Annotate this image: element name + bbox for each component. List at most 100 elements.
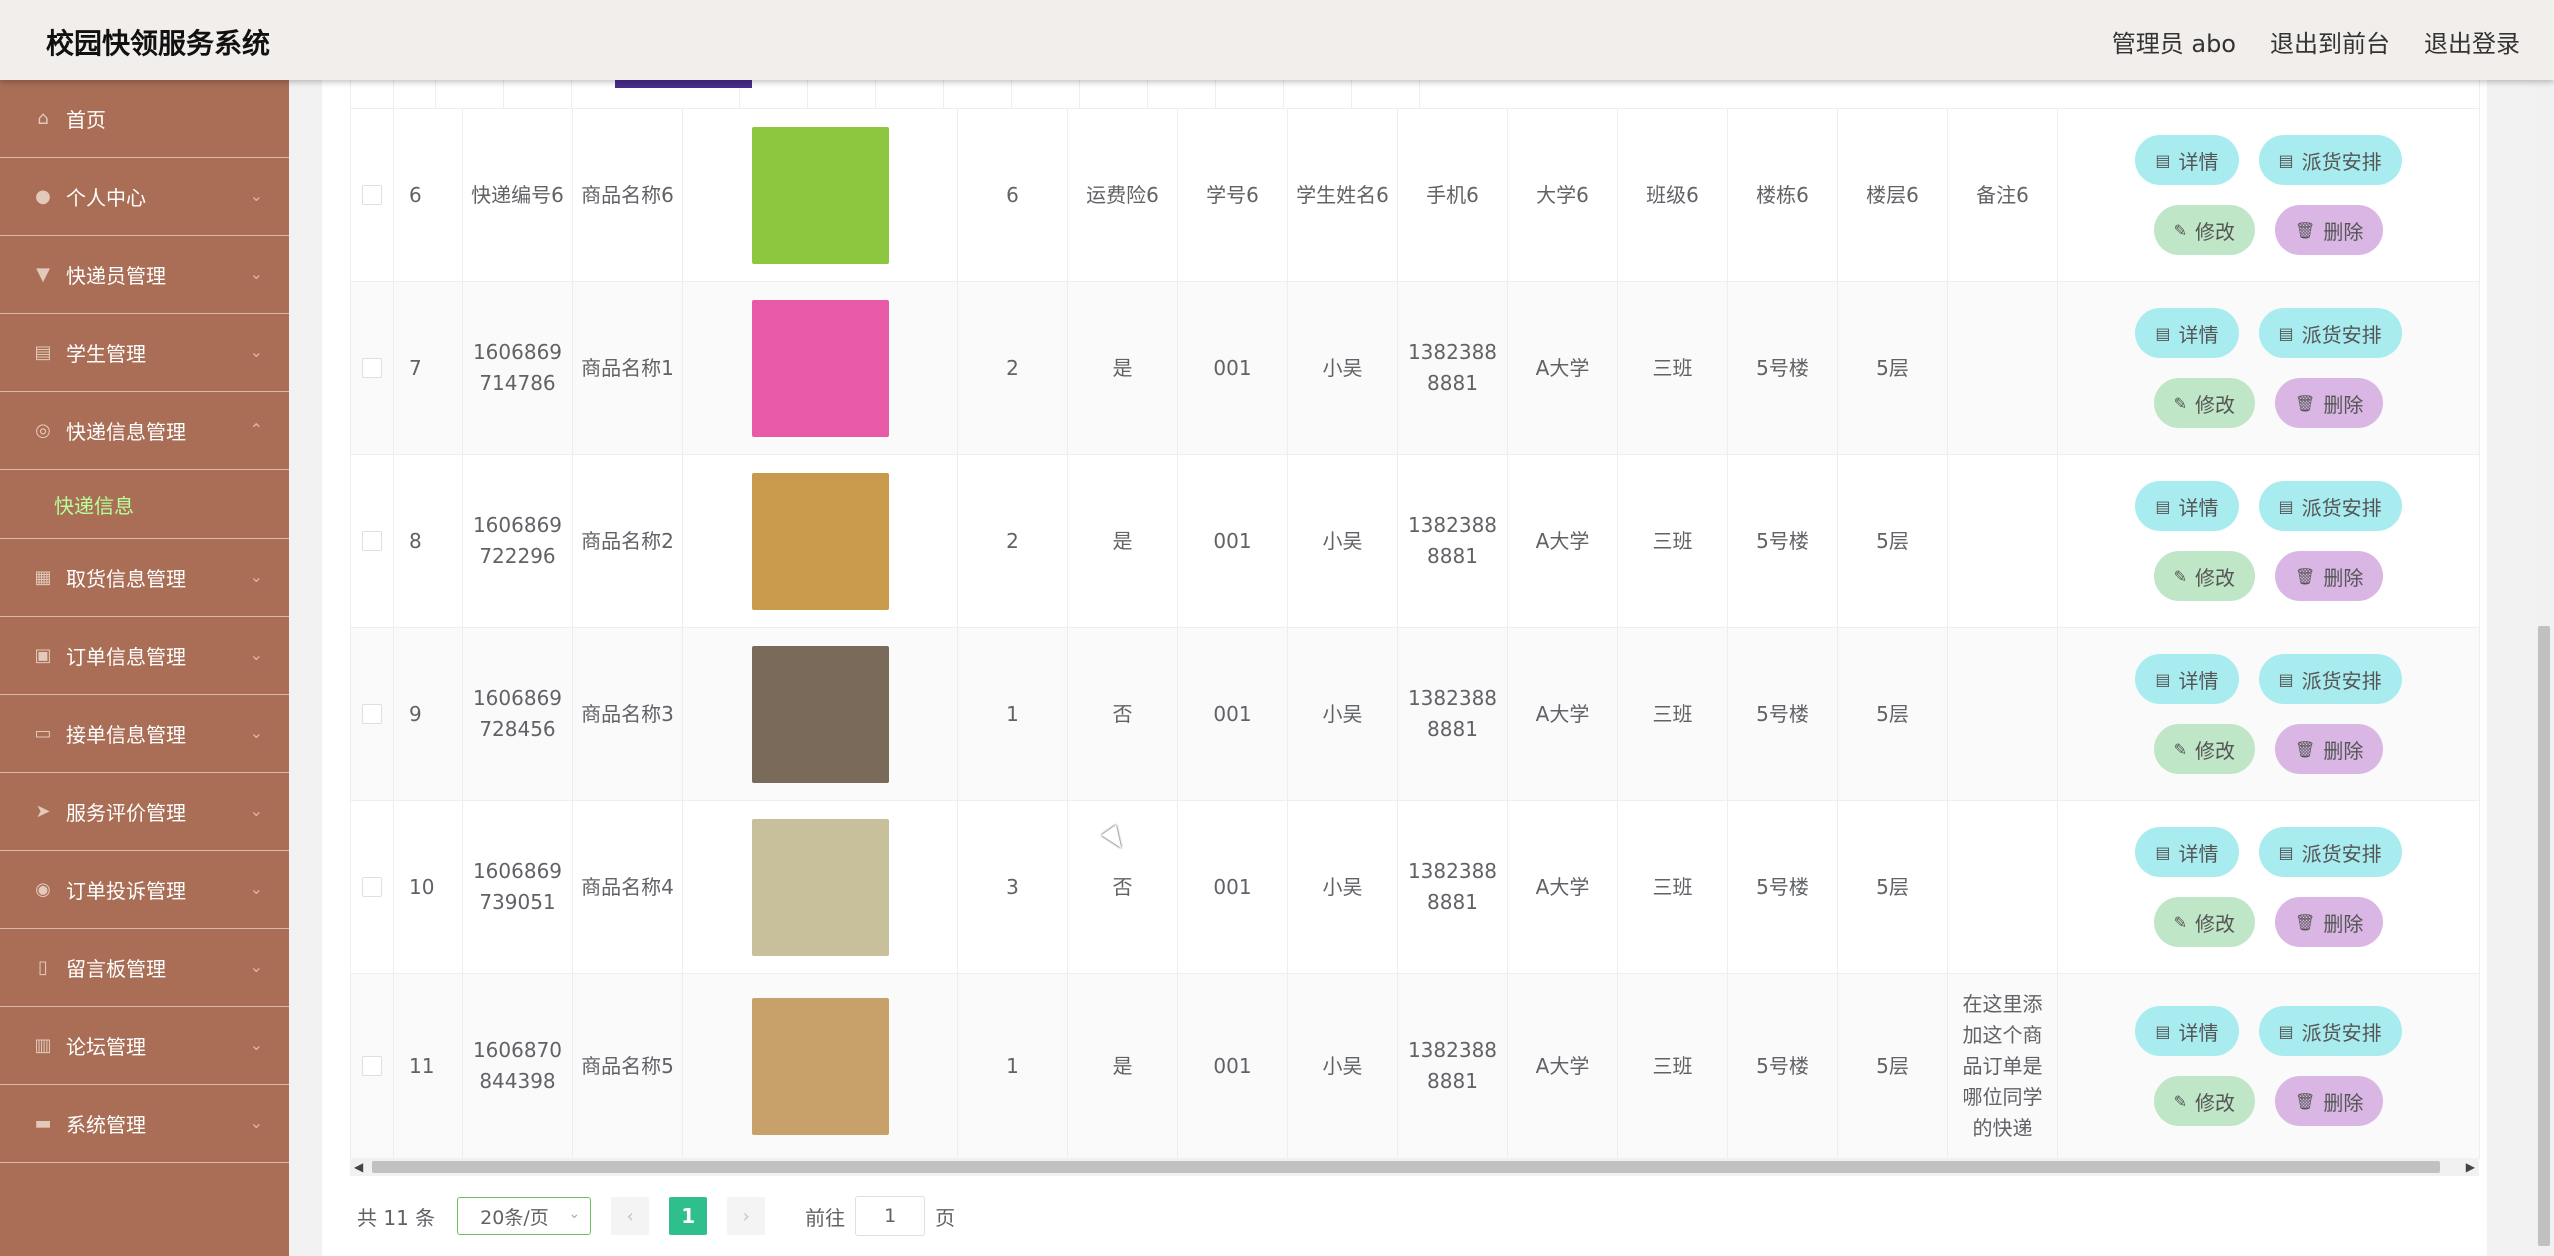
sidebar-item-9[interactable]: ◉ 订单投诉管理 ⌄ (0, 851, 289, 929)
chevron-right-icon: › (742, 1205, 750, 1227)
dispatch-label: 派货安排 (2301, 1020, 2382, 1045)
row-checkbox-cell (351, 801, 394, 973)
sidebar-item-0[interactable]: ⌂ 首页 (0, 80, 289, 158)
sidebar-item-12[interactable]: ▬ 系统管理 ⌄ (0, 1085, 289, 1163)
cell-text: 11 (409, 1053, 435, 1078)
product-image-cell (683, 109, 958, 281)
exit-to-front-link[interactable]: 退出到前台 (2270, 24, 2390, 59)
briefcase-icon: ▣ (34, 645, 52, 666)
cell-text: 商品名称6 (581, 182, 674, 207)
goto-page: 前往 页 (805, 1196, 955, 1236)
sidebar-item-11[interactable]: ▥ 论坛管理 ⌄ (0, 1007, 289, 1085)
cell-idx: 9 (394, 628, 463, 800)
cell-code: 1606869714786 (463, 282, 573, 454)
sidebar-item-10[interactable]: ▯ 留言板管理 ⌄ (0, 929, 289, 1007)
dispatch-button[interactable]: ▤ 派货安排 (2258, 135, 2402, 185)
row-checkbox[interactable] (362, 185, 382, 205)
chevron-down-icon: ⌄ (249, 1113, 263, 1132)
cell-bld: 5号楼 (1728, 974, 1838, 1158)
edit-button[interactable]: ✎ 修改 (2153, 378, 2256, 428)
dispatch-button[interactable]: ▤ 派货安排 (2258, 654, 2402, 704)
cell-text: 是 (1112, 1053, 1133, 1078)
cell-bld: 5号楼 (1728, 801, 1838, 973)
document-icon: ▤ (2278, 1021, 2294, 1041)
sidebar-item-7[interactable]: ▭ 接单信息管理 ⌄ (0, 695, 289, 773)
cell-text: 小吴 (1322, 701, 1363, 726)
table-row: 8 1606869722296 商品名称2 2 是 001 小吴 13823888881 A大学… (351, 455, 2480, 628)
sidebar-item-2[interactable]: ▼ 快递员管理 ⌄ (0, 236, 289, 314)
cell-name: 商品名称5 (573, 974, 683, 1158)
detail-button[interactable]: ▤ 详情 (2135, 1006, 2239, 1056)
scroll-left-icon[interactable]: ◀ (354, 1160, 363, 1174)
prev-page-button[interactable]: ‹ (611, 1197, 650, 1235)
logout-link[interactable]: 退出登录 (2424, 24, 2520, 59)
document-icon: ▤ (2155, 1021, 2171, 1041)
page-number-current[interactable]: 1 (669, 1197, 708, 1235)
detail-button[interactable]: ▤ 详情 (2135, 827, 2239, 877)
edit-button[interactable]: ✎ 修改 (2153, 1076, 2256, 1126)
delete-button[interactable]: 🗑 删除 (2275, 205, 2384, 255)
cell-phone: 13823888881 (1398, 455, 1508, 627)
cell-text: 1 (1006, 701, 1019, 726)
edit-button[interactable]: ✎ 修改 (2153, 205, 2256, 255)
sidebar-item-label: 论坛管理 (66, 1035, 146, 1059)
delete-button[interactable]: 🗑 删除 (2275, 1076, 2384, 1126)
row-checkbox[interactable] (362, 531, 382, 551)
delete-button[interactable]: 🗑 删除 (2275, 724, 2384, 774)
row-checkbox[interactable] (362, 877, 382, 897)
product-image (751, 299, 889, 437)
top-bar: 校园快领服务系统 管理员 abo 退出到前台 退出登录 (0, 0, 2554, 80)
cell-cls: 三班 (1618, 801, 1728, 973)
row-checkbox[interactable] (362, 358, 382, 378)
vertical-scrollbar[interactable] (2534, 80, 2554, 1256)
edit-button[interactable]: ✎ 修改 (2153, 551, 2256, 601)
cell-text: 1606869722296 (472, 513, 563, 568)
cell-sname: 小吴 (1288, 974, 1398, 1158)
row-checkbox[interactable] (362, 1056, 382, 1076)
dispatch-button[interactable]: ▤ 派货安排 (2258, 827, 2402, 877)
dispatch-button[interactable]: ▤ 派货安排 (2258, 308, 2402, 358)
chat-icon: ▭ (34, 723, 52, 744)
document-icon: ▤ (2155, 669, 2171, 689)
vertical-scrollbar-thumb[interactable] (2538, 626, 2550, 1246)
sidebar-item-6[interactable]: ▣ 订单信息管理 ⌄ (0, 617, 289, 695)
sidebar-item-3[interactable]: ▤ 学生管理 ⌄ (0, 314, 289, 392)
sidebar-item-5[interactable]: ▦ 取货信息管理 ⌄ (0, 539, 289, 617)
sidebar-item-8[interactable]: ➤ 服务评价管理 ⌄ (0, 773, 289, 851)
trash-icon: 🗑 (2295, 912, 2316, 932)
detail-button[interactable]: ▤ 详情 (2135, 135, 2239, 185)
dispatch-button[interactable]: ▤ 派货安排 (2258, 481, 2402, 531)
chevron-down-icon: ⌄ (249, 645, 263, 664)
row-actions: ▤ 详情 ▤ 派货安排 ✎ 修改 🗑 删除 (2058, 801, 2480, 973)
delete-button[interactable]: 🗑 删除 (2275, 551, 2384, 601)
product-image-cell (683, 801, 958, 973)
edit-label: 修改 (2195, 1090, 2236, 1115)
sidebar-subitem-express-info[interactable]: 快递信息 (0, 470, 289, 539)
detail-button[interactable]: ▤ 详情 (2135, 481, 2239, 531)
chevron-down-icon: ⌄ (249, 186, 263, 205)
dispatch-button[interactable]: ▤ 派货安排 (2258, 1006, 2402, 1056)
delete-button[interactable]: 🗑 删除 (2275, 897, 2384, 947)
detail-button[interactable]: ▤ 详情 (2135, 308, 2239, 358)
cell-qty: 1 (958, 974, 1068, 1158)
delete-label: 删除 (2323, 565, 2364, 590)
sidebar-item-4[interactable]: ◎ 快递信息管理 ⌃ (0, 392, 289, 470)
goto-page-input[interactable] (855, 1196, 926, 1236)
page-size-select[interactable]: 20条/页 ⌄ (457, 1197, 592, 1235)
edit-button[interactable]: ✎ 修改 (2153, 897, 2256, 947)
scrollbar-thumb[interactable] (372, 1161, 2440, 1173)
chevron-down-icon: ⌄ (249, 801, 263, 820)
edit-button[interactable]: ✎ 修改 (2153, 724, 2256, 774)
next-page-button[interactable]: › (727, 1197, 766, 1235)
row-actions: ▤ 详情 ▤ 派货安排 ✎ 修改 🗑 删除 (2058, 974, 2480, 1158)
cell-uni: 大学6 (1508, 109, 1618, 281)
scroll-right-icon[interactable]: ▶ (2466, 1160, 2475, 1174)
user-icon: ● (35, 186, 51, 207)
detail-label: 详情 (2178, 668, 2219, 693)
delete-button[interactable]: 🗑 删除 (2275, 378, 2384, 428)
detail-button[interactable]: ▤ 详情 (2135, 654, 2239, 704)
row-checkbox[interactable] (362, 704, 382, 724)
cell-idx: 11 (394, 974, 463, 1158)
sidebar-item-1[interactable]: ● 个人中心 ⌄ (0, 158, 289, 236)
horizontal-scrollbar[interactable]: ◀ ▶ (350, 1158, 2479, 1176)
